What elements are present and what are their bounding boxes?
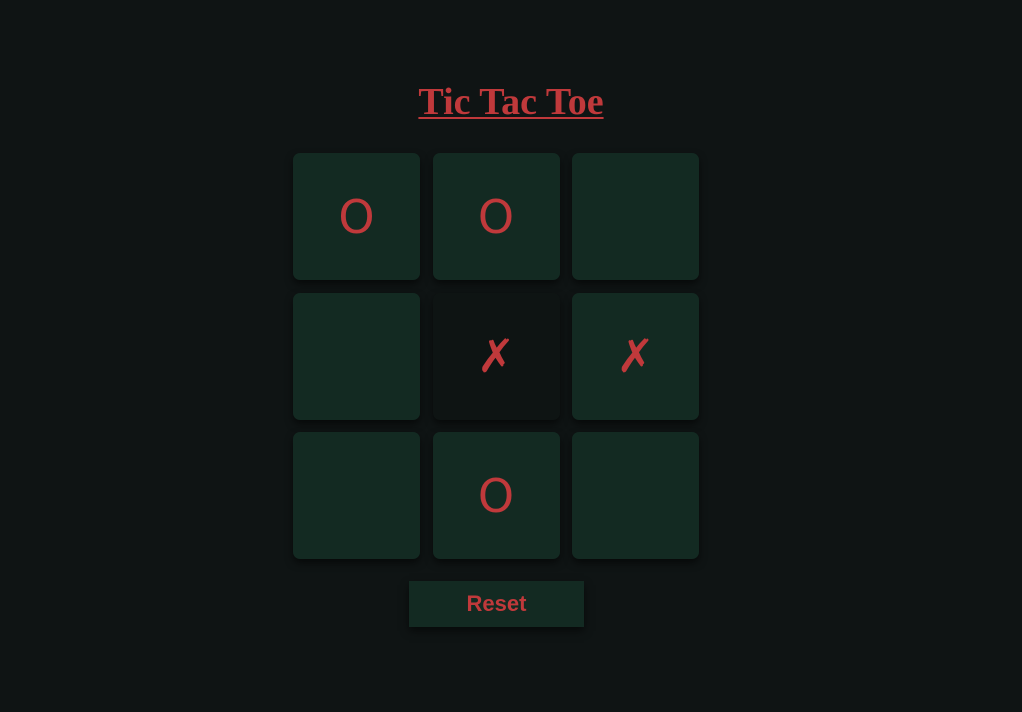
game-board: O O ✗ ✗ O — [293, 153, 699, 559]
board-cell[interactable]: O — [293, 153, 420, 280]
board-cell[interactable]: O — [432, 153, 560, 280]
board-cell[interactable] — [572, 432, 699, 559]
board-cell[interactable] — [293, 432, 420, 559]
board-cell[interactable]: O — [432, 432, 560, 559]
board-cell[interactable]: ✗ — [432, 292, 560, 420]
board-cell[interactable] — [293, 292, 420, 420]
reset-button[interactable]: Reset — [409, 581, 584, 627]
page-title: Tic Tac Toe — [418, 81, 604, 123]
board-cell[interactable]: ✗ — [572, 292, 699, 420]
board-cell[interactable] — [572, 153, 699, 280]
